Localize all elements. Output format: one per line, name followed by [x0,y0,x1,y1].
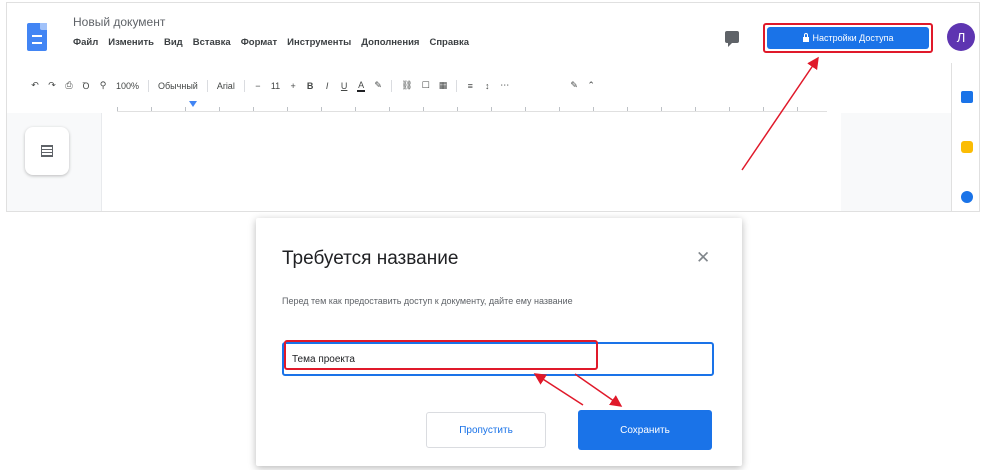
close-icon[interactable]: ✕ [696,248,710,268]
edit-mode-icon[interactable]: ✎ [570,80,578,91]
link-icon[interactable]: ⛓ [401,80,412,91]
ruler [117,99,827,112]
menu-bar: Файл Изменить Вид Вставка Формат Инструм… [73,37,469,48]
name-required-dialog: Требуется название ✕ Перед тем как предо… [256,218,742,466]
zoom-select[interactable]: 100% [116,81,139,91]
more-icon[interactable]: ⋯ [500,80,509,91]
menu-item-file[interactable]: Файл [73,37,98,48]
menu-item-addons[interactable]: Дополнения [361,37,419,48]
toolbar-divider [391,79,393,92]
save-button[interactable]: Сохранить [578,410,712,450]
comments-icon[interactable] [725,31,739,47]
line-spacing-icon[interactable]: ↕ [483,81,491,91]
add-comment-icon[interactable]: ☐ [422,80,430,91]
menu-item-view[interactable]: Вид [164,37,183,48]
underline-icon[interactable]: U [340,81,348,91]
toolbar-divider [148,79,150,92]
highlight-icon[interactable]: ✎ [374,80,382,91]
toolbar-divider [243,79,245,92]
undo-icon[interactable]: ↶ [31,80,39,91]
text-color-icon[interactable]: A [357,80,366,92]
dialog-description: Перед тем как предоставить доступ к доку… [282,296,573,306]
docs-logo-icon[interactable] [27,23,47,51]
share-button-label: Настройки Доступа [812,33,894,43]
tasks-icon[interactable] [961,191,973,203]
redo-icon[interactable]: ↷ [48,80,56,91]
spellcheck-icon[interactable]: Ꝺ [82,79,90,92]
menu-item-tools[interactable]: Инструменты [287,37,351,48]
align-icon[interactable]: ≡ [466,81,474,91]
font-size-field[interactable]: 11 [271,81,280,91]
bold-icon[interactable]: B [306,81,314,91]
document-page[interactable] [101,113,843,211]
lock-icon [802,33,809,42]
menu-item-format[interactable]: Формат [241,37,277,48]
menu-item-edit[interactable]: Изменить [108,37,154,48]
dialog-title: Требуется название [282,248,459,269]
font-size-decrease-button[interactable]: − [254,81,262,91]
document-name-input[interactable] [282,342,714,376]
outline-icon [41,145,53,157]
document-outline-button[interactable] [25,127,69,175]
skip-button[interactable]: Пропустить [426,412,546,448]
keep-icon[interactable] [961,141,973,153]
paint-format-icon[interactable]: ⚲ [99,80,107,91]
print-icon[interactable]: ⎙ [65,80,73,91]
insert-image-icon[interactable]: ▦ [439,80,448,91]
calendar-icon[interactable] [961,91,973,103]
avatar[interactable]: Л [947,23,975,51]
italic-icon[interactable]: I [323,81,331,91]
collapse-menus-icon[interactable]: ⌃ [587,80,595,91]
share-button[interactable]: Настройки Доступа [767,27,929,49]
menu-item-insert[interactable]: Вставка [193,37,231,48]
toolbar-divider [456,79,458,92]
menu-item-help[interactable]: Справка [429,37,469,48]
right-gutter [841,113,951,211]
docs-screenshot: Новый документ Файл Изменить Вид Вставка… [6,2,980,212]
indent-marker[interactable] [189,101,197,107]
document-title[interactable]: Новый документ [73,15,165,29]
font-select[interactable]: Arial [217,81,235,91]
style-select[interactable]: Обычный [158,81,198,91]
font-size-increase-button[interactable]: + [289,81,297,91]
toolbar-divider [206,79,208,92]
side-panel [951,63,979,211]
toolbar: ↶ ↷ ⎙ Ꝺ ⚲ 100% Обычный Arial − 11 + B I … [31,79,595,92]
